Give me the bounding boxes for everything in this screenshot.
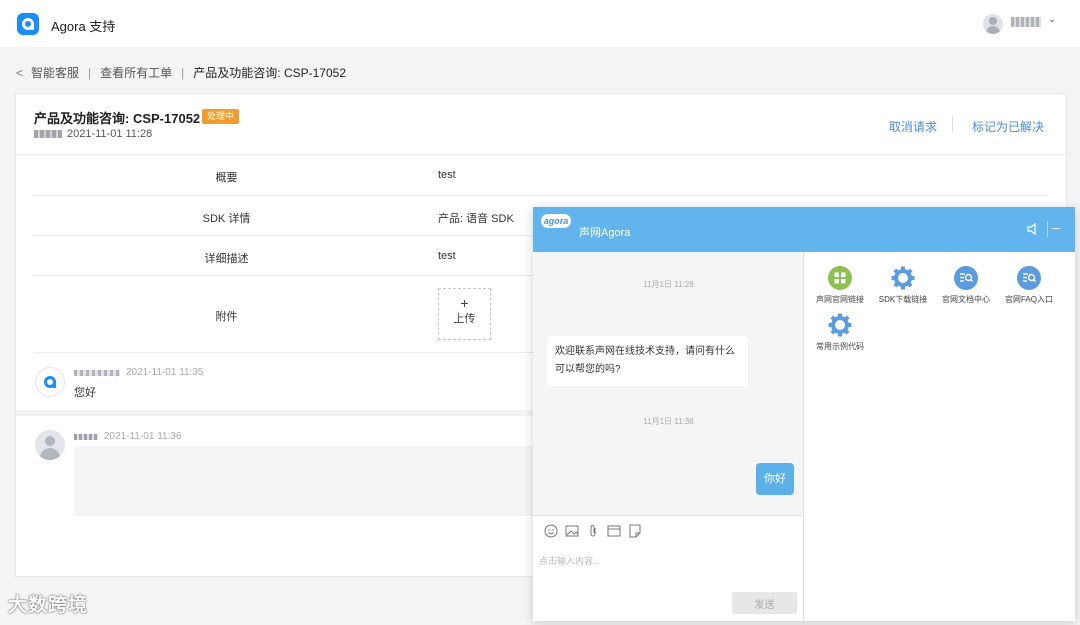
breadcrumb-all-tickets[interactable]: 查看所有工单 — [100, 64, 172, 81]
user-avatar[interactable] — [983, 14, 1003, 34]
upload-label: 上传 — [453, 313, 476, 325]
doc-search-icon — [954, 266, 978, 290]
message-time: 11月1日 11:28 — [643, 280, 694, 289]
cancel-request-button[interactable]: 取消请求 — [889, 118, 937, 135]
message-incoming: 欢迎联系声网在线技术支持，请问有什么可以帮您的吗? — [547, 336, 748, 386]
ticket-meta: 2021-11-01 11:28 — [34, 128, 152, 140]
user-avatar — [35, 430, 65, 460]
app-title: Agora 支持 — [51, 19, 116, 34]
quick-link-website[interactable]: 声网官网链接 — [809, 266, 871, 305]
chevron-down-icon[interactable]: ⌄ — [1048, 14, 1056, 25]
ticket-created-time: 2021-11-01 11:28 — [67, 128, 153, 140]
field-value: 产品: 语音 SDK — [438, 213, 514, 225]
chat-message-list[interactable]: 11月1日 11:28 欢迎联系声网在线技术支持，请问有什么可以帮您的吗? 11… — [533, 252, 804, 515]
quick-link-label: 常用示例代码 — [816, 342, 864, 351]
field-label: 概要 — [215, 172, 238, 184]
divider — [1047, 221, 1048, 237]
field-label: 详细描述 — [204, 253, 249, 265]
chat-widget: agora 声网Agora 11月1日 11:28 欢迎联系声网在线技术支持，请… — [533, 207, 1075, 621]
comment-meta: 2021-11-01 11:36 — [74, 431, 181, 442]
field-label: SDK 详情 — [202, 213, 251, 225]
emoji-icon[interactable] — [544, 524, 558, 538]
reply-box[interactable] — [74, 446, 554, 516]
quick-link-samples[interactable]: 常用示例代码 — [809, 313, 871, 352]
image-icon[interactable] — [565, 524, 579, 538]
ticket-header: 产品及功能咨询: CSP-17052 处理中 2021-11-01 11:28 … — [16, 94, 1066, 155]
comment-time: 2021-11-01 11:35 — [126, 367, 204, 378]
breadcrumb: < 智能客服 | 查看所有工单 | 产品及功能咨询: CSP-17052 — [16, 64, 346, 81]
agora-logo-icon[interactable] — [17, 13, 39, 35]
quick-link-label: 官网文档中心 — [942, 295, 990, 304]
comment-meta: 2021-11-01 11:35 — [74, 367, 203, 378]
quick-link-faq[interactable]: 官网FAQ入口 — [998, 266, 1060, 305]
comment-text: 您好 — [74, 387, 96, 399]
breadcrumb-separator: | — [181, 65, 185, 80]
field-value: test — [438, 169, 456, 181]
top-bar: Agora 支持 ⌄ — [0, 0, 1080, 47]
plus-icon: + — [460, 295, 469, 311]
chat-logo: agora — [541, 214, 571, 228]
gear-icon — [891, 266, 915, 290]
chat-input[interactable] — [539, 552, 794, 570]
mark-resolved-button[interactable]: 标记为已解决 — [972, 118, 1044, 135]
support-avatar — [35, 367, 65, 397]
user-name-redacted[interactable] — [1011, 17, 1041, 27]
field-row-summary: 概要 test — [34, 155, 1048, 196]
attachment-icon[interactable] — [586, 524, 600, 538]
watermark: 大数跨境 — [8, 595, 89, 616]
comment-time: 2021-11-01 11:36 — [104, 431, 182, 442]
requester-name-redacted — [34, 130, 62, 138]
chat-title: 声网Agora — [579, 227, 631, 239]
chat-header: agora 声网Agora — [533, 207, 1075, 252]
chat-composer: 发送 — [533, 515, 804, 621]
chevron-left-icon[interactable]: < — [16, 66, 23, 80]
doc-search-icon — [1017, 266, 1041, 290]
window-icon[interactable] — [607, 524, 621, 538]
speaker-icon[interactable] — [1027, 222, 1039, 236]
quick-link-docs[interactable]: 官网文档中心 — [935, 266, 997, 305]
quick-link-label: SDK下载链接 — [878, 295, 928, 304]
grid-icon — [828, 266, 852, 290]
commenter-name-redacted — [74, 433, 98, 440]
breadcrumb-separator: | — [88, 65, 92, 80]
gear-icon — [828, 313, 852, 337]
status-badge: 处理中 — [202, 109, 240, 124]
upload-button[interactable]: + 上传 — [438, 288, 491, 340]
ticket-title: 产品及功能咨询: CSP-17052 — [34, 111, 201, 126]
field-label: 附件 — [215, 311, 238, 323]
send-button[interactable]: 发送 — [732, 592, 797, 614]
quick-links-panel: 声网官网链接 SDK下载链接 官网文档中心 官网FAQ入口 常用示例代码 — [804, 252, 1075, 621]
message-outgoing: 你好 — [756, 463, 794, 495]
quick-link-label: 声网官网链接 — [816, 295, 864, 304]
minimize-icon[interactable] — [1052, 228, 1060, 229]
field-value: test — [438, 250, 456, 262]
commenter-name-redacted — [74, 369, 120, 376]
message-time: 11月1日 11:36 — [643, 417, 694, 426]
quick-link-label: 官网FAQ入口 — [1004, 295, 1053, 304]
breadcrumb-smart-service[interactable]: 智能客服 — [31, 64, 79, 81]
divider — [952, 116, 953, 132]
quick-link-sdk-download[interactable]: SDK下载链接 — [872, 266, 934, 305]
note-icon[interactable] — [628, 524, 642, 538]
breadcrumb-current: 产品及功能咨询: CSP-17052 — [193, 66, 347, 80]
